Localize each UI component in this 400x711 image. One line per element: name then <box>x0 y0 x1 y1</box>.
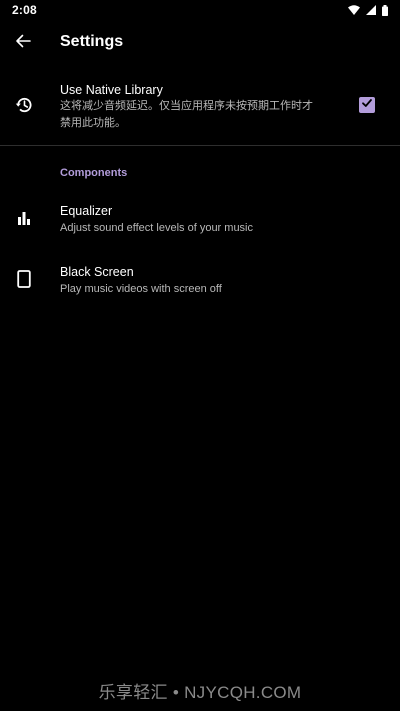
status-bar: 2:08 <box>0 0 400 20</box>
pref-title: Black Screen <box>60 265 134 279</box>
history-icon <box>14 95 34 115</box>
pref-summary: 这将减少音频延迟。仅当应用程序未按预期工作时才 禁用此功能。 <box>60 98 345 132</box>
pref-black-screen[interactable]: Black Screen Play music videos with scre… <box>0 257 400 305</box>
toolbar: Settings <box>0 20 400 66</box>
divider <box>0 145 400 146</box>
wifi-icon <box>348 5 360 15</box>
back-button[interactable] <box>10 30 36 56</box>
status-icons <box>348 4 388 16</box>
pref-summary-line-1: 这将减少音频延迟。仅当应用程序未按预期工作时才 <box>60 100 313 112</box>
status-time: 2:08 <box>12 3 37 17</box>
pref-title: Use Native Library <box>60 83 163 97</box>
signal-icon <box>366 5 376 15</box>
equalizer-icon <box>14 208 34 228</box>
pref-summary-line-2: 禁用此功能。 <box>60 117 126 129</box>
phone-screen-icon <box>14 269 34 289</box>
arrow-back-icon <box>15 33 31 54</box>
pref-equalizer[interactable]: Equalizer Adjust sound effect levels of … <box>0 196 400 244</box>
pref-use-native-library[interactable]: Use Native Library 这将减少音频延迟。仅当应用程序未按预期工作… <box>0 76 400 142</box>
battery-icon <box>382 4 388 16</box>
pref-summary: Play music videos with screen off <box>60 283 222 295</box>
pref-title: Equalizer <box>60 204 113 218</box>
settings-screen: 2:08 Settings Use Native Library 这将减少音频延… <box>0 0 400 711</box>
pref-summary: Adjust sound effect levels of your music <box>60 222 254 234</box>
watermark: 乐享轻汇 • NJYCQH.COM <box>98 683 302 702</box>
category-title: Components <box>60 167 128 179</box>
check-icon <box>361 96 373 114</box>
page-title: Settings <box>60 33 124 50</box>
native-library-checkbox[interactable] <box>359 97 375 113</box>
